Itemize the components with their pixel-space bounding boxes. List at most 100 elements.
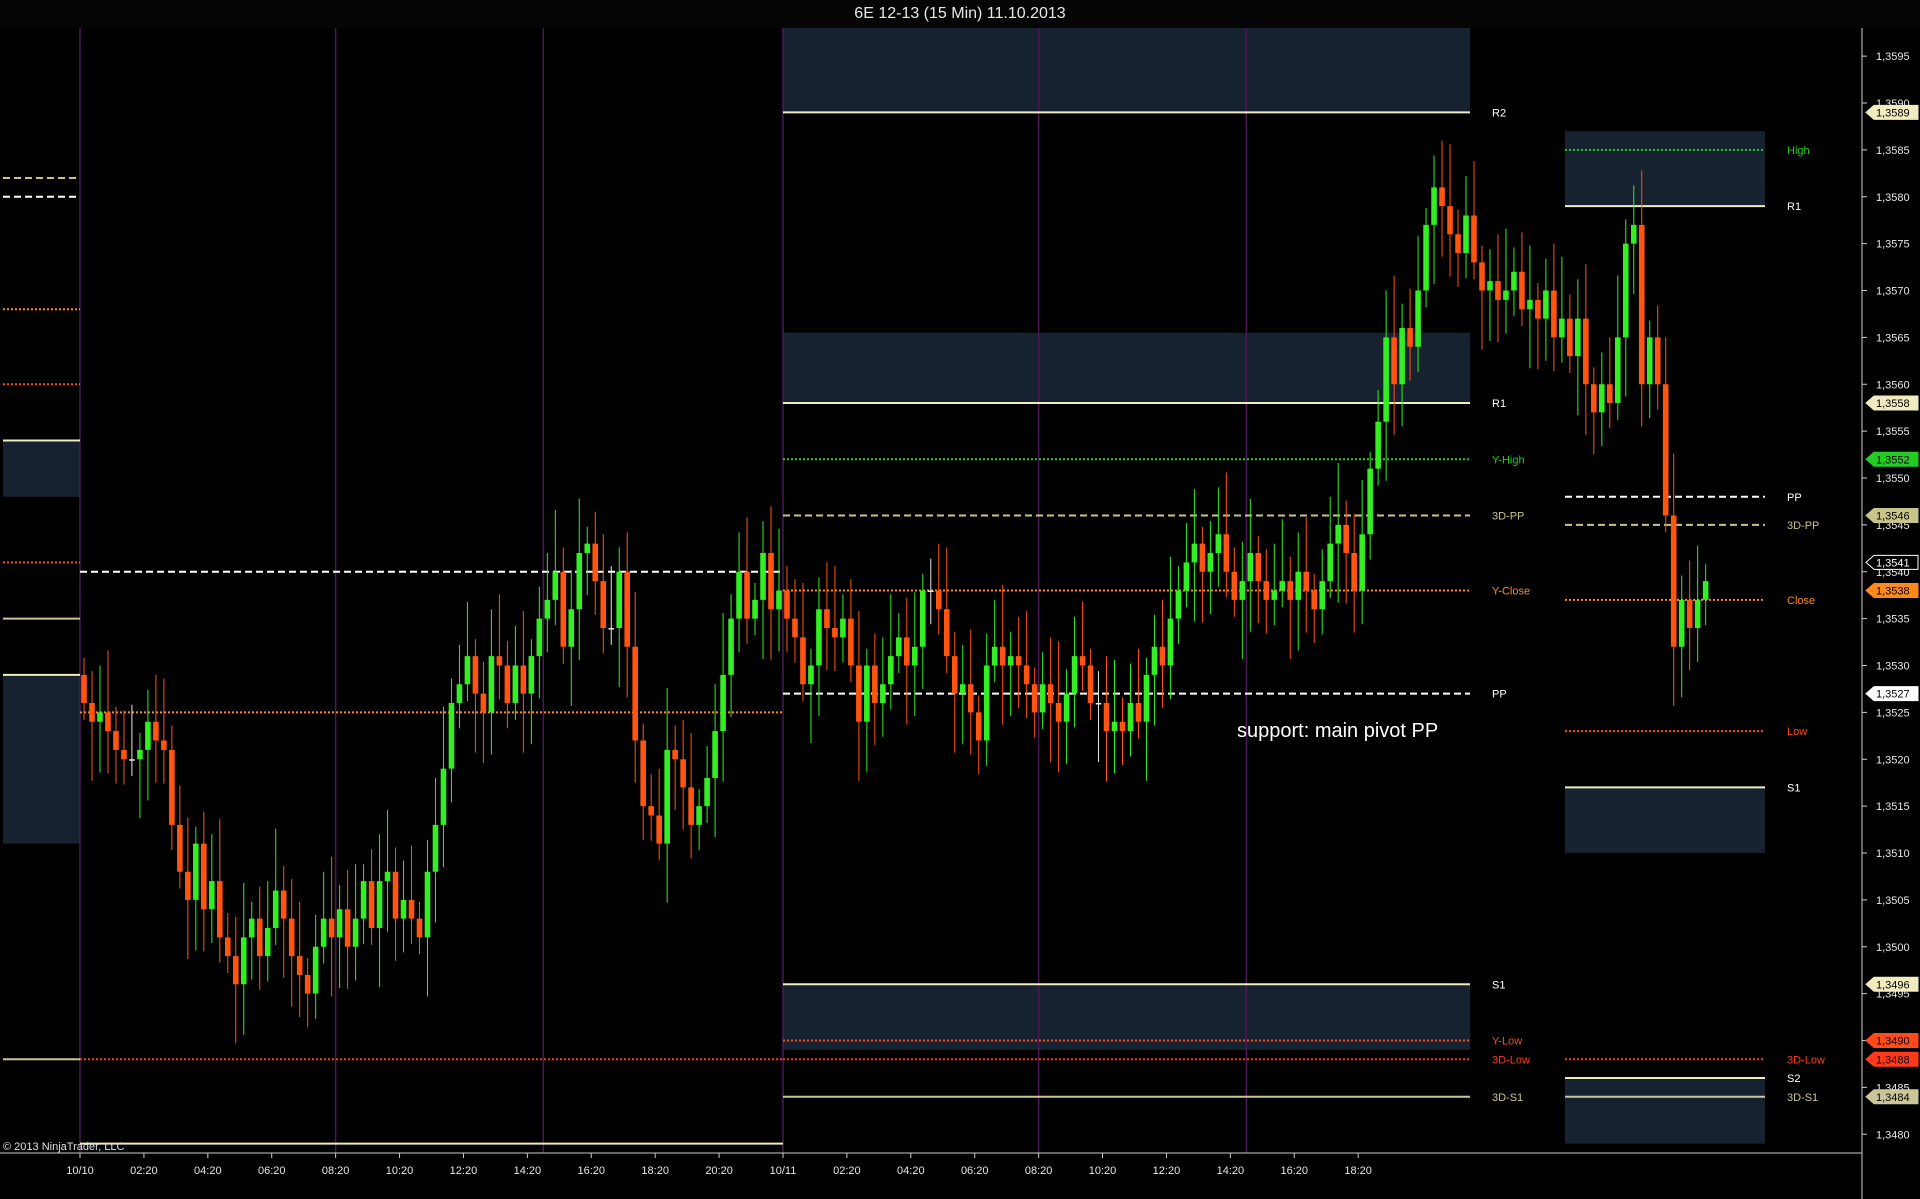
candle-body: [696, 806, 702, 825]
price-flag-label: 1,3490: [1876, 1036, 1910, 1048]
candle-body: [1175, 590, 1182, 619]
candle-body: [296, 956, 303, 975]
candle-body: [217, 881, 223, 938]
candle-body: [728, 618, 734, 675]
candle-body: [1638, 224, 1645, 385]
price-flag-label: 1,3538: [1876, 586, 1910, 598]
candle-body: [967, 684, 974, 713]
candle-body: [209, 881, 215, 910]
y-tick-label: 1,3480: [1876, 1129, 1910, 1141]
candle-body: [121, 749, 127, 760]
left-zone: [3, 440, 80, 497]
candle-body: [904, 637, 910, 666]
candle-body: [1215, 534, 1222, 553]
candle-body: [1423, 224, 1429, 291]
candle-body: [1319, 581, 1326, 610]
price-flag-label: 1,3541: [1876, 557, 1910, 569]
candle-body: [1311, 590, 1318, 610]
candle-body: [1471, 215, 1477, 263]
candle-body: [720, 674, 726, 732]
x-tick-label: 08:20: [1025, 1165, 1053, 1177]
x-tick-label: 16:20: [577, 1165, 605, 1177]
candle-body: [185, 871, 191, 900]
candle-body: [1678, 599, 1685, 647]
level-label-3d-pp: 3D-PP: [1492, 511, 1524, 523]
x-tick-label: 20:20: [705, 1165, 733, 1177]
candlestick-chart[interactable]: R2 R1 Y-High 3D-PP Y-Close PP S1 Y-Low 3D-Low 3D-…: [0, 28, 1920, 1199]
candle-body: [232, 956, 239, 985]
window-title: 6E 12-13 (15 Min) 11.10.2013: [0, 0, 1920, 29]
candle-body: [312, 946, 319, 994]
candle-body: [137, 749, 143, 760]
candle-body: [1151, 646, 1158, 675]
candle-body: [1039, 684, 1046, 713]
candle-body: [1327, 543, 1333, 582]
candle-body: [1630, 224, 1637, 244]
candle-body: [1231, 571, 1238, 600]
candle-body: [648, 806, 654, 816]
candle-body: [1111, 721, 1118, 732]
candle-body: [1367, 468, 1373, 535]
candle-body: [1191, 543, 1198, 563]
candle-body: [1287, 581, 1294, 600]
candle-body: [1694, 599, 1701, 628]
candle-body: [248, 918, 255, 938]
x-tick-label: 10/11: [770, 1165, 797, 1177]
right-zone-s1: [1565, 787, 1765, 853]
candle-body: [1614, 337, 1621, 403]
candle-body: [448, 703, 455, 769]
candle-body: [456, 684, 463, 703]
y-tick-label: 1,3530: [1876, 661, 1910, 673]
candle-body: [1527, 299, 1533, 310]
candle-body: [1383, 337, 1389, 422]
candle-body: [89, 703, 95, 722]
candle-body: [824, 609, 830, 628]
candle-body: [368, 881, 375, 928]
candle-body: [1543, 290, 1549, 319]
level-label-s1: S1: [1492, 979, 1505, 991]
candle-body: [552, 571, 559, 600]
candle-body: [424, 871, 431, 938]
candle-body: [1662, 384, 1669, 516]
candle-body: [376, 881, 383, 928]
candle-body: [1079, 656, 1086, 666]
candle-body: [336, 909, 343, 938]
candle-body: [1143, 674, 1150, 722]
right-zone-s2: [1565, 1078, 1765, 1144]
candle-body: [1407, 328, 1413, 347]
candle-body: [983, 665, 990, 741]
y-tick-label: 1,3520: [1876, 754, 1910, 766]
candle-body: [1599, 384, 1605, 413]
candle-body: [1239, 581, 1246, 600]
candle-body: [97, 712, 103, 722]
y-tick-label: 1,3570: [1876, 286, 1910, 298]
right-zone-high: [1565, 131, 1765, 206]
candle-body: [320, 918, 327, 947]
price-flag-label: 1,3552: [1876, 454, 1910, 466]
candle-body: [1071, 656, 1078, 694]
level-label-3d-low: 3D-Low: [1492, 1054, 1530, 1066]
candle-body: [1055, 703, 1062, 722]
candle-body: [856, 665, 862, 722]
candle-body: [1127, 703, 1134, 732]
candle-body: [1591, 384, 1597, 413]
candle-body: [1135, 703, 1142, 722]
candle-body: [240, 937, 247, 985]
candle-body: [169, 749, 175, 825]
candle-body: [1463, 215, 1469, 253]
candle-body: [760, 553, 766, 600]
candle-body: [1295, 571, 1302, 600]
candle-body: [1607, 384, 1613, 403]
zone-r2: [782, 28, 1470, 113]
candle-body: [1511, 271, 1517, 291]
candle-body: [1343, 524, 1349, 553]
candle-body: [504, 665, 511, 703]
price-flag-label: 1,3527: [1876, 689, 1910, 701]
candle-body: [512, 665, 519, 703]
candle-body: [872, 665, 878, 703]
candle-body: [344, 909, 351, 947]
candle-body: [105, 712, 111, 732]
candle-body: [328, 918, 335, 938]
candle-body: [704, 778, 710, 807]
y-tick-label: 1,3595: [1876, 51, 1910, 63]
